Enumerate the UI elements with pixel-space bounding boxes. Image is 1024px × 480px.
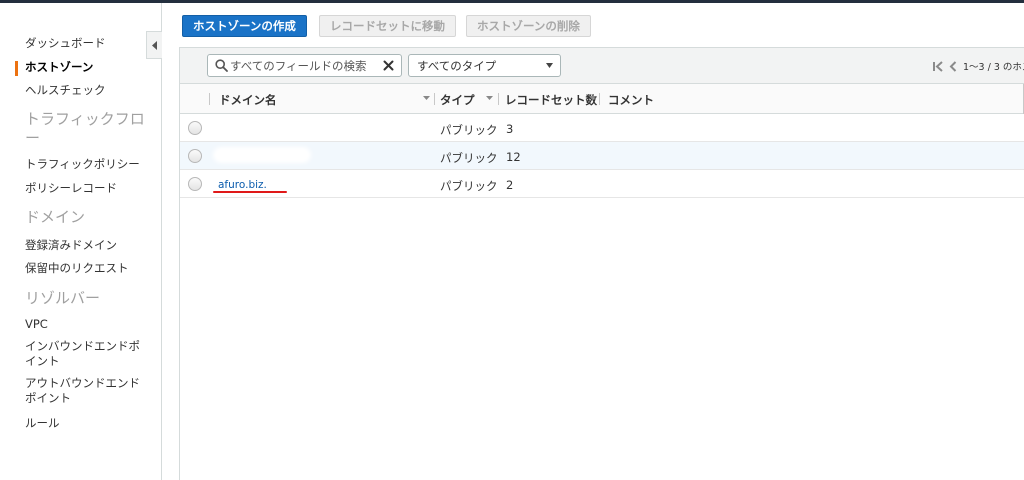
column-header-type[interactable]: タイプ <box>440 92 475 108</box>
type-filter-select[interactable]: すべてのタイプ <box>408 54 561 77</box>
record-count-cell: 2 <box>506 178 514 192</box>
sort-icon[interactable] <box>587 92 597 104</box>
sidebar-collapse-button[interactable] <box>146 31 162 59</box>
column-separator <box>209 93 210 105</box>
annotation-underline <box>213 191 287 193</box>
sidebar-item-dashboard[interactable]: ダッシュボード <box>25 35 106 51</box>
close-icon[interactable] <box>380 58 396 74</box>
row-select-radio[interactable] <box>188 177 202 191</box>
chevron-left-icon <box>151 40 157 50</box>
sidebar-item-registered-domains[interactable]: 登録済みドメイン <box>25 237 117 253</box>
create-hosted-zone-button[interactable]: ホストゾーンの作成 <box>182 15 307 37</box>
hosted-zones-panel: すべてのタイプ 1〜3 / 3 のホス ドメイン名 タイプ レコードセット数 <box>179 47 1024 480</box>
sort-icon[interactable] <box>421 92 431 104</box>
sidebar-item-vpc[interactable]: VPC <box>25 317 48 331</box>
type-filter-value: すべてのタイプ <box>417 58 497 73</box>
first-page-icon[interactable] <box>932 60 943 72</box>
filter-bar: すべてのタイプ 1〜3 / 3 のホス <box>180 48 1024 84</box>
toolbar: ホストゾーンの作成 レコードセットに移動 ホストゾーンの削除 <box>163 3 1024 47</box>
search-icon <box>212 57 230 75</box>
column-header-record-count[interactable]: レコードセット数 <box>505 92 597 108</box>
table-row[interactable]: パブリック 3 <box>180 114 1024 142</box>
sidebar-item-policy-records[interactable]: ポリシーレコード <box>25 180 117 196</box>
domain-link[interactable]: afuro.biz. <box>218 179 267 191</box>
active-marker <box>15 61 18 76</box>
delete-hosted-zone-button[interactable]: ホストゾーンの削除 <box>466 15 591 37</box>
table-header: ドメイン名 タイプ レコードセット数 コメント <box>180 84 1024 114</box>
table-row[interactable]: パブリック 12 <box>180 142 1024 170</box>
column-separator <box>434 93 435 105</box>
column-separator <box>599 93 600 105</box>
table-row[interactable]: afuro.biz. パブリック 2 <box>180 170 1024 198</box>
sidebar-section-traffic-flow: トラフィックフロー <box>25 110 145 147</box>
column-header-domain[interactable]: ドメイン名 <box>219 92 277 108</box>
redaction-mask <box>216 150 308 160</box>
sidebar-section-domains: ドメイン <box>25 208 86 226</box>
caret-down-icon <box>546 63 553 68</box>
sidebar-item-inbound-endpoints[interactable]: インバウンドエンドポイント <box>25 339 150 369</box>
pagination-text: 1〜3 / 3 のホス <box>963 62 1024 73</box>
type-cell: パブリック <box>440 151 498 165</box>
go-to-record-sets-button[interactable]: レコードセットに移動 <box>319 15 456 37</box>
search-box <box>207 54 402 77</box>
sidebar-item-traffic-policies[interactable]: トラフィックポリシー <box>25 156 140 172</box>
sidebar-item-hosted-zones[interactable]: ホストゾーン <box>25 59 93 75</box>
type-cell: パブリック <box>440 179 498 193</box>
column-header-comment[interactable]: コメント <box>608 92 654 108</box>
main-content: ホストゾーンの作成 レコードセットに移動 ホストゾーンの削除 すべてのタイプ <box>163 3 1024 480</box>
sidebar-item-health-checks[interactable]: ヘルスチェック <box>25 82 106 98</box>
previous-page-icon[interactable] <box>949 60 957 72</box>
sidebar-item-pending-requests[interactable]: 保留中のリクエスト <box>25 260 129 276</box>
column-separator <box>498 93 499 105</box>
type-cell: パブリック <box>440 123 498 137</box>
row-select-radio[interactable] <box>188 121 202 135</box>
sidebar-section-resolver: リゾルバー <box>25 289 101 307</box>
row-select-radio[interactable] <box>188 149 202 163</box>
pagination: 1〜3 / 3 のホス <box>932 59 1024 73</box>
sidebar-item-rules[interactable]: ルール <box>25 415 60 431</box>
sort-icon[interactable] <box>484 92 494 104</box>
record-count-cell: 3 <box>506 122 514 136</box>
sidebar: ダッシュボード ホストゾーン ヘルスチェック トラフィックフロー トラフィックポ… <box>0 3 162 480</box>
record-count-cell: 12 <box>506 150 521 164</box>
search-input[interactable] <box>230 58 380 73</box>
sidebar-item-outbound-endpoints[interactable]: アウトバウンドエンドポイント <box>25 376 150 406</box>
